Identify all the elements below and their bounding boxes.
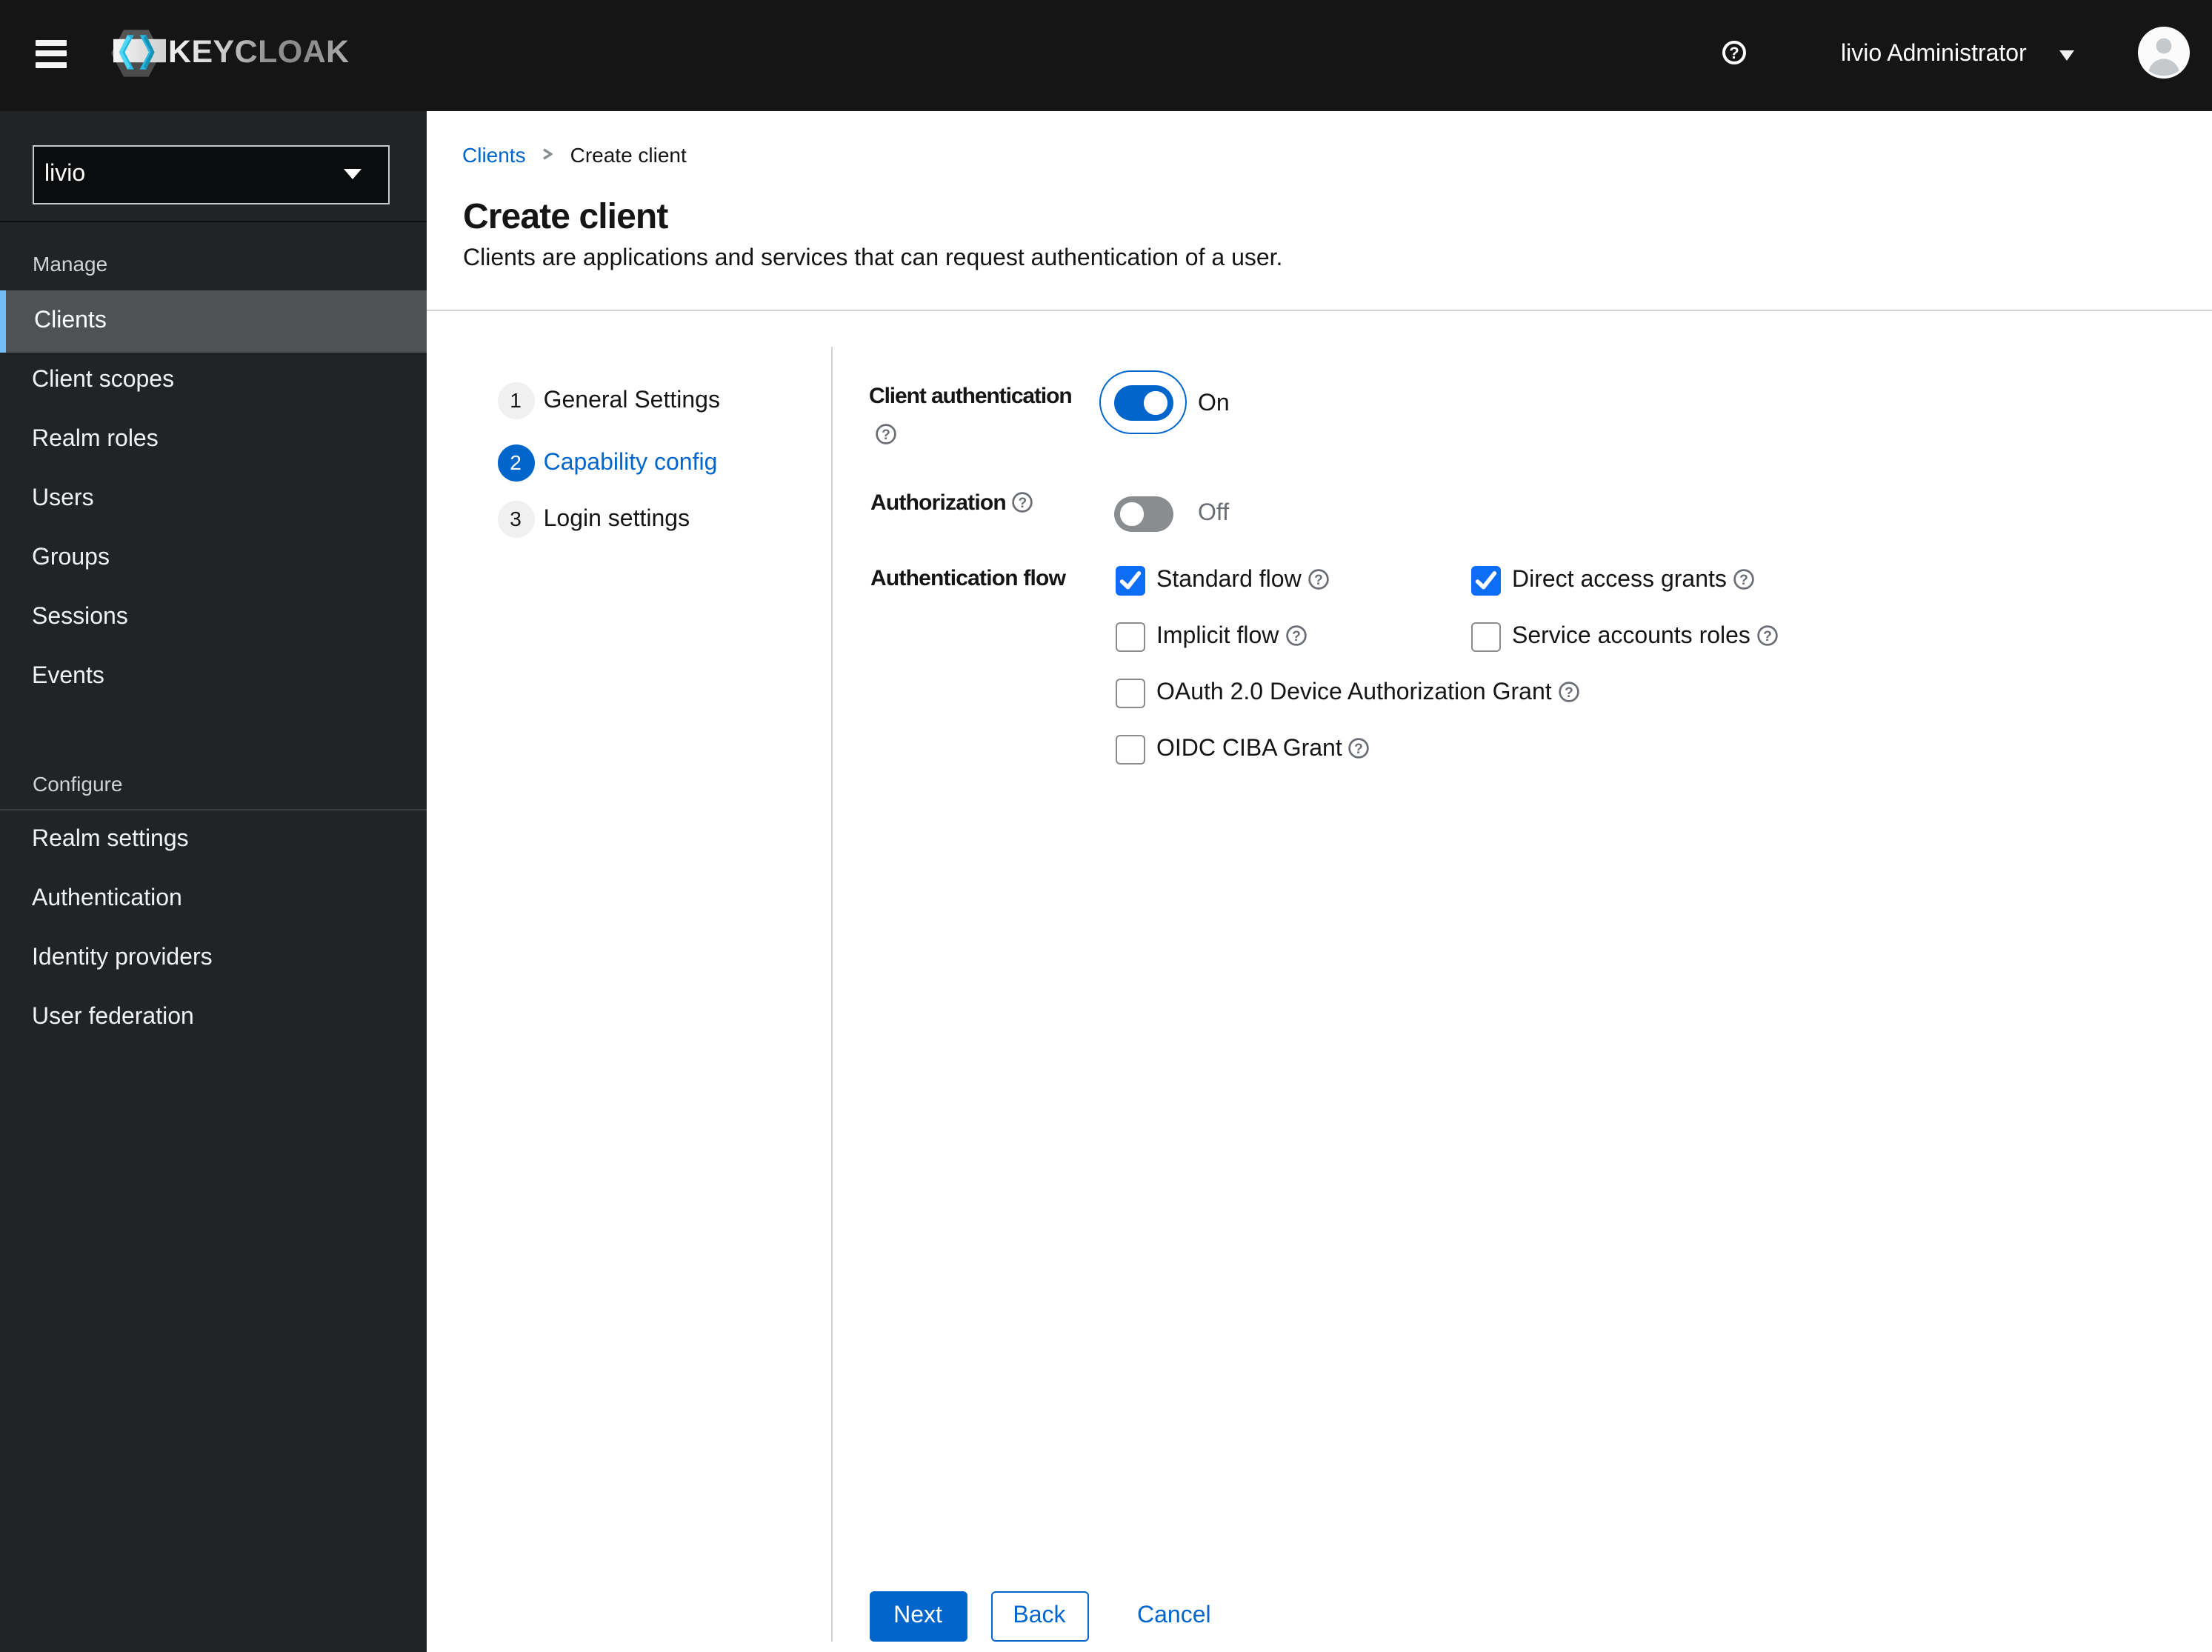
- svg-text:?: ?: [1314, 573, 1323, 588]
- svg-text:?: ?: [1018, 496, 1026, 511]
- svg-text:?: ?: [1565, 685, 1573, 701]
- svg-text:?: ?: [1739, 573, 1748, 588]
- svg-text:?: ?: [1355, 742, 1364, 757]
- svg-text:?: ?: [881, 427, 890, 443]
- svg-text:?: ?: [1763, 629, 1772, 645]
- svg-text:?: ?: [1728, 44, 1738, 62]
- svg-text:?: ?: [1291, 629, 1300, 645]
